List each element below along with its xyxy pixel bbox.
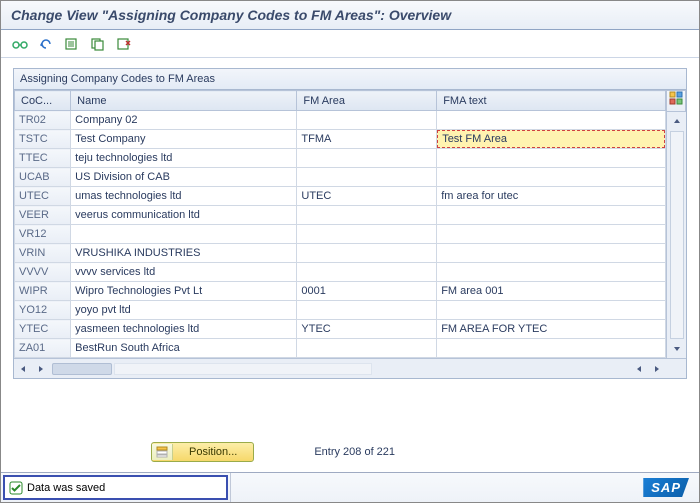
cell-cocd[interactable]: YTEC — [15, 320, 71, 339]
scroll-up-icon[interactable] — [669, 113, 685, 129]
cell-name[interactable]: yoyo pvt ltd — [71, 301, 297, 320]
toolbar — [1, 30, 699, 58]
cell-cocd[interactable]: TSTC — [15, 130, 71, 149]
entry-counter: Entry 208 of 221 — [314, 446, 395, 458]
cell-fmatext[interactable] — [437, 111, 666, 130]
cell-fmarea[interactable]: UTEC — [297, 187, 437, 206]
cell-name[interactable]: vvvv services ltd — [71, 263, 297, 282]
cell-name[interactable]: BestRun South Africa — [71, 339, 297, 358]
table-row[interactable]: YO12yoyo pvt ltd — [15, 301, 666, 320]
cell-cocd[interactable]: UCAB — [15, 168, 71, 187]
cell-fmatext[interactable] — [437, 225, 666, 244]
table-row[interactable]: VVVVvvvv services ltd — [15, 263, 666, 282]
cell-name[interactable]: US Division of CAB — [71, 168, 297, 187]
brand-logo: SAP — [643, 473, 699, 502]
scroll-right-icon[interactable] — [649, 361, 665, 377]
cell-name[interactable]: yasmeen technologies ltd — [71, 320, 297, 339]
cell-name[interactable]: veerus communication ltd — [71, 206, 297, 225]
table-row[interactable]: YTECyasmeen technologies ltdYTECFM AREA … — [15, 320, 666, 339]
position-label: Position... — [173, 444, 253, 460]
cell-fmarea[interactable]: 0001 — [297, 282, 437, 301]
cell-name[interactable]: Test Company — [71, 130, 297, 149]
panel-title: Assigning Company Codes to FM Areas — [14, 69, 686, 90]
cell-fmarea[interactable] — [297, 168, 437, 187]
cell-name[interactable] — [71, 225, 297, 244]
cell-fmatext[interactable] — [437, 130, 666, 149]
col-header-cocd[interactable]: CoC... — [15, 91, 71, 111]
delete-entries-icon[interactable] — [115, 35, 133, 53]
table-row[interactable]: VR12 — [15, 225, 666, 244]
col-header-fmatext[interactable]: FMA text — [437, 91, 666, 111]
cell-cocd[interactable]: TR02 — [15, 111, 71, 130]
cell-fmatext[interactable] — [437, 339, 666, 358]
scroll-down-icon[interactable] — [669, 341, 685, 357]
table-row[interactable]: WIPRWipro Technologies Pvt Lt0001FM area… — [15, 282, 666, 301]
table-row[interactable]: VRINVRUSHIKA INDUSTRIES — [15, 244, 666, 263]
cell-name[interactable]: Wipro Technologies Pvt Lt — [71, 282, 297, 301]
table-row[interactable]: TTECteju technologies ltd — [15, 149, 666, 168]
cell-fmarea[interactable] — [297, 244, 437, 263]
cell-cocd[interactable]: VVVV — [15, 263, 71, 282]
status-text: Data was saved — [27, 482, 105, 494]
position-icon — [152, 444, 173, 460]
cell-fmatext[interactable]: fm area for utec — [437, 187, 666, 206]
status-bar: Data was saved SAP — [1, 472, 699, 502]
cell-cocd[interactable]: UTEC — [15, 187, 71, 206]
table-row[interactable]: UCABUS Division of CAB — [15, 168, 666, 187]
cell-name[interactable]: VRUSHIKA INDUSTRIES — [71, 244, 297, 263]
page-title: Change View "Assigning Company Codes to … — [1, 1, 699, 30]
fmatext-input[interactable] — [437, 130, 665, 148]
scroll-left-end-icon[interactable] — [631, 361, 647, 377]
cell-fmatext[interactable] — [437, 168, 666, 187]
footer: Position... Entry 208 of 221 — [1, 436, 699, 468]
status-message: Data was saved — [3, 475, 228, 500]
cell-fmarea[interactable] — [297, 111, 437, 130]
table-row[interactable]: TR02Company 02 — [15, 111, 666, 130]
table-row[interactable]: UTECumas technologies ltdUTECfm area for… — [15, 187, 666, 206]
cell-cocd[interactable]: YO12 — [15, 301, 71, 320]
position-button[interactable]: Position... — [151, 442, 254, 462]
cell-cocd[interactable]: VEER — [15, 206, 71, 225]
cell-cocd[interactable]: VR12 — [15, 225, 71, 244]
undo-icon[interactable] — [37, 35, 55, 53]
cell-fmarea[interactable] — [297, 263, 437, 282]
cell-fmatext[interactable] — [437, 301, 666, 320]
cell-fmarea[interactable] — [297, 301, 437, 320]
col-header-name[interactable]: Name — [71, 91, 297, 111]
new-entries-icon[interactable] — [63, 35, 81, 53]
cell-fmarea[interactable]: YTEC — [297, 320, 437, 339]
horizontal-scrollbar[interactable] — [14, 358, 686, 378]
cell-cocd[interactable]: TTEC — [15, 149, 71, 168]
scroll-right-small-icon[interactable] — [33, 361, 49, 377]
cell-fmarea[interactable] — [297, 339, 437, 358]
table-row[interactable]: ZA01BestRun South Africa — [15, 339, 666, 358]
table-config-icon[interactable] — [666, 90, 686, 112]
cell-name[interactable]: Company 02 — [71, 111, 297, 130]
cell-name[interactable]: teju technologies ltd — [71, 149, 297, 168]
cell-fmatext[interactable] — [437, 149, 666, 168]
cell-fmarea[interactable] — [297, 206, 437, 225]
cell-fmarea[interactable] — [297, 149, 437, 168]
table-row[interactable]: VEERveerus communication ltd — [15, 206, 666, 225]
cell-fmatext[interactable]: FM AREA FOR YTEC — [437, 320, 666, 339]
copy-entries-icon[interactable] — [89, 35, 107, 53]
cell-cocd[interactable]: WIPR — [15, 282, 71, 301]
col-header-fmarea[interactable]: FM Area — [297, 91, 437, 111]
table-row[interactable]: TSTCTest CompanyTFMA — [15, 130, 666, 149]
company-codes-table: CoC... Name FM Area FMA text TR02Company… — [14, 90, 666, 358]
cell-fmatext[interactable] — [437, 206, 666, 225]
cell-fmarea[interactable]: TFMA — [297, 130, 437, 149]
cell-fmatext[interactable] — [437, 244, 666, 263]
cell-name[interactable]: umas technologies ltd — [71, 187, 297, 206]
table-panel: Assigning Company Codes to FM Areas CoC.… — [13, 68, 687, 379]
cell-fmatext[interactable]: FM area 001 — [437, 282, 666, 301]
cell-cocd[interactable]: ZA01 — [15, 339, 71, 358]
vertical-scrollbar[interactable] — [666, 112, 686, 358]
glasses-icon[interactable] — [11, 35, 29, 53]
cell-fmatext[interactable] — [437, 263, 666, 282]
cell-fmarea[interactable] — [297, 225, 437, 244]
success-icon — [9, 481, 23, 495]
cell-cocd[interactable]: VRIN — [15, 244, 71, 263]
scroll-left-icon[interactable] — [15, 361, 31, 377]
